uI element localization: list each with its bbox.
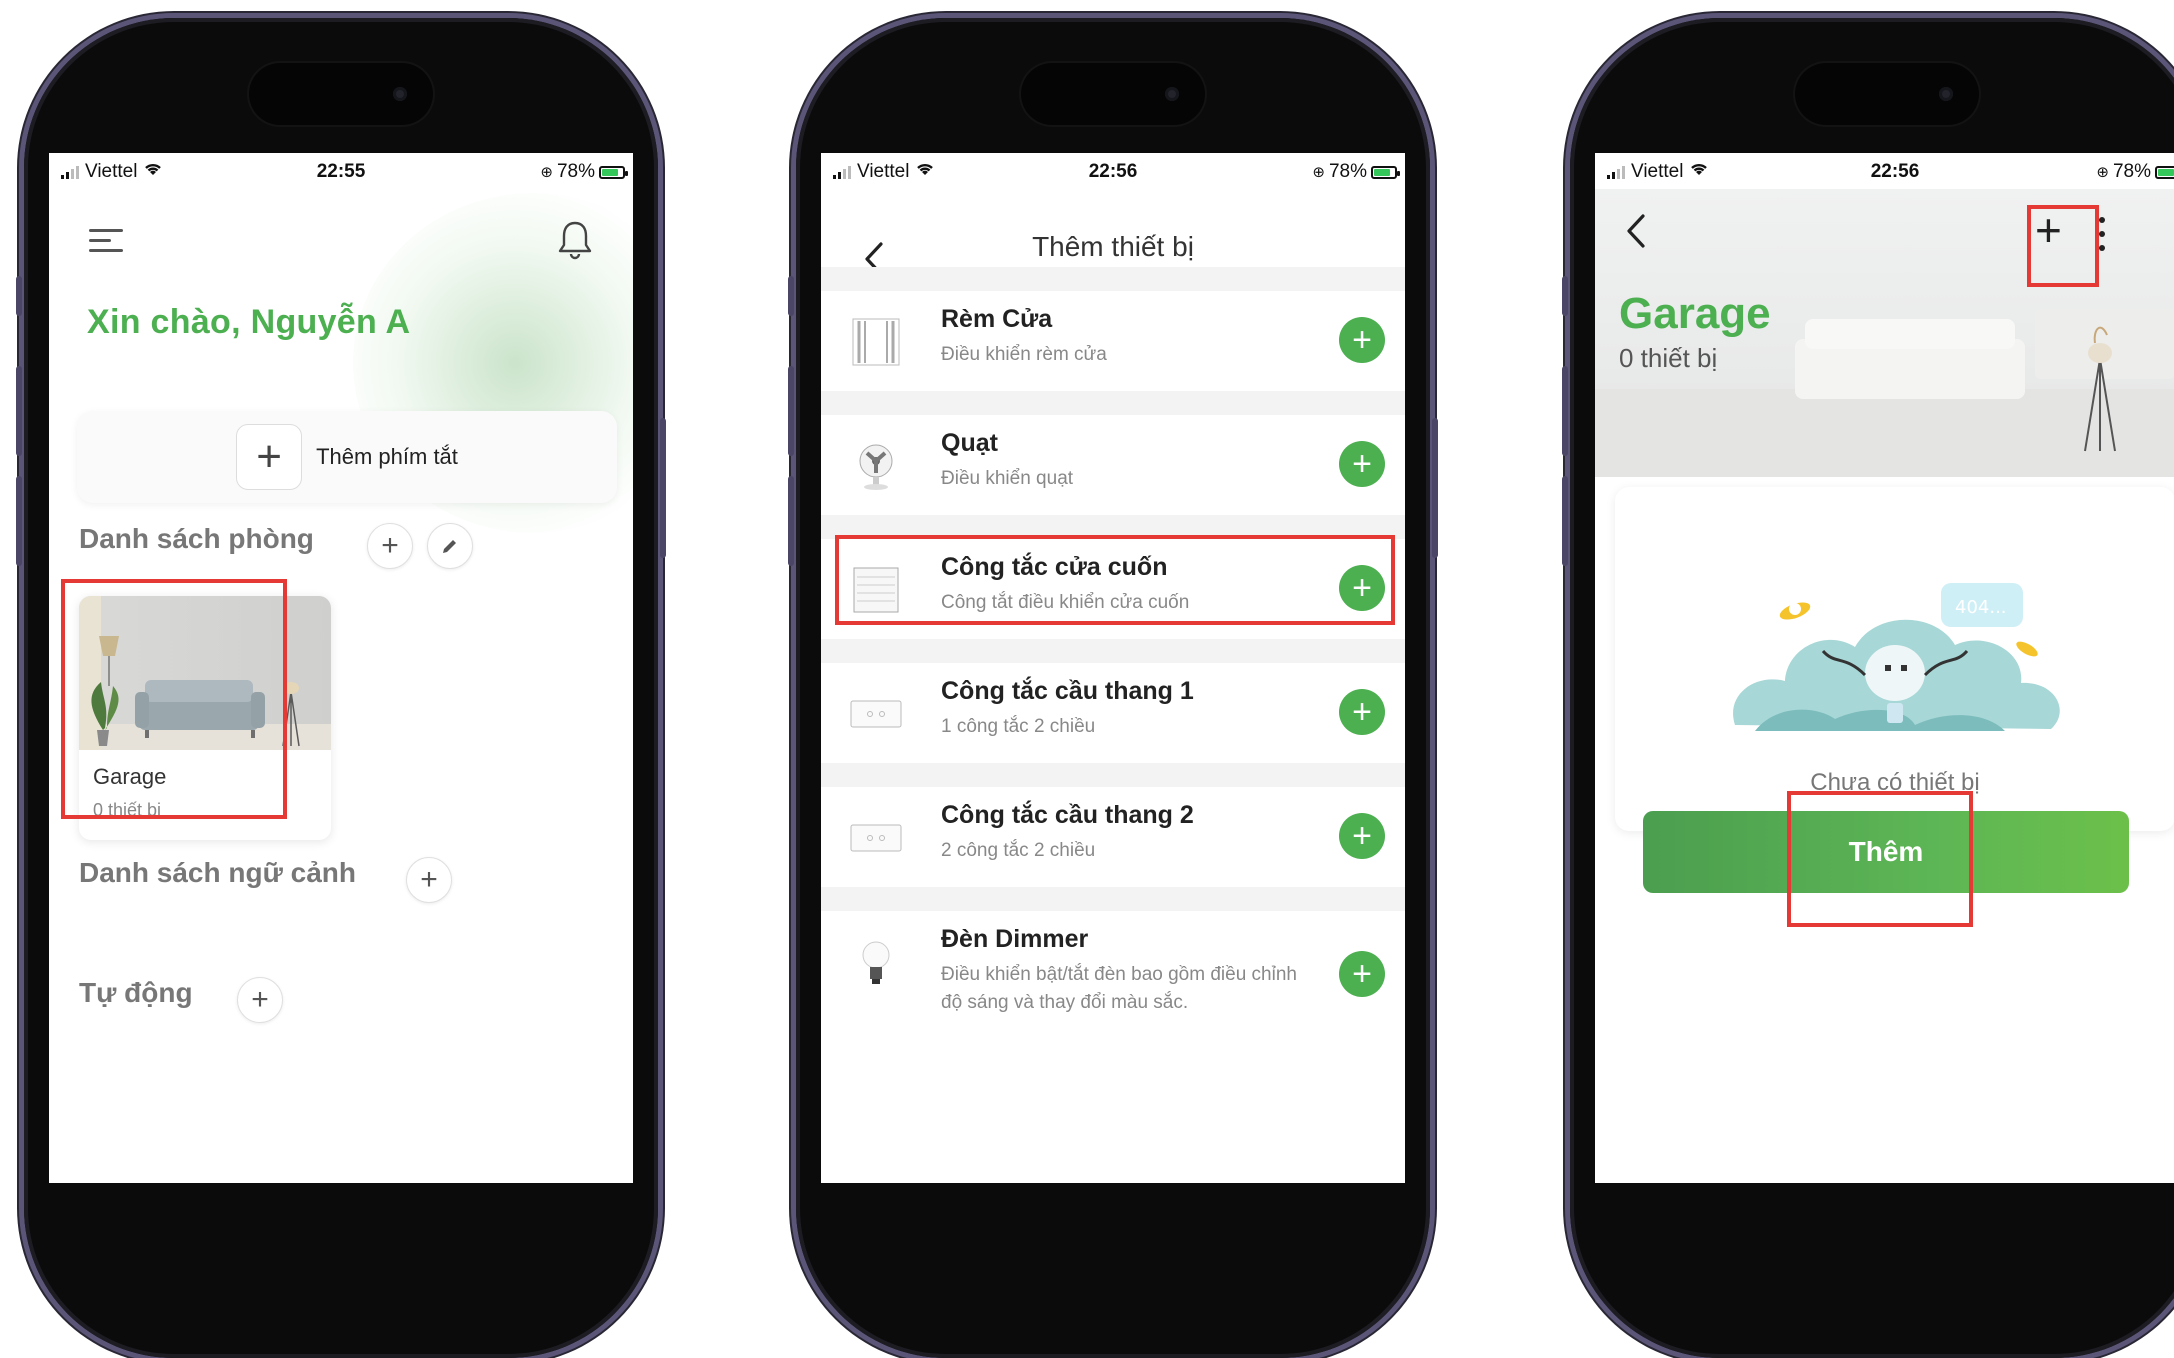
device-row[interactable]: Đèn Dimmer Điều khiển bật/tắt đèn bao gồm…	[821, 911, 1405, 1037]
mute-switch	[16, 276, 22, 316]
pencil-icon	[443, 540, 456, 553]
battery-icon	[2155, 165, 2174, 179]
device-row[interactable]: Rèm Cửa Điều khiển rèm cửa +	[821, 291, 1405, 391]
list-separator	[821, 391, 1405, 415]
device-title: Quạt	[941, 429, 998, 457]
device-title: Công tắc cầu thang 2	[941, 801, 1194, 829]
device-row[interactable]: Công tắc cầu thang 2 2 công tắc 2 chiều +	[821, 787, 1405, 887]
dynamic-island	[1021, 63, 1205, 125]
highlight-box-add-button	[1787, 791, 1973, 927]
fan-icon	[849, 439, 903, 493]
volume-up-button	[16, 366, 22, 456]
orientation-lock-icon: ⊕	[540, 164, 553, 181]
phone-add-device: Viettel 22:56 ⊕ 78% Thêm thiết bị Rèm Cử…	[788, 18, 1438, 1358]
add-scene-button[interactable]: +	[406, 857, 452, 903]
carrier-label: Viettel	[857, 161, 910, 182]
add-shortcut-button[interactable]: + Thêm phím tắt	[77, 411, 617, 503]
wifi-icon	[1689, 161, 1709, 183]
battery-percent: 78%	[1328, 161, 1367, 182]
add-shortcut-label: Thêm phím tắt	[316, 444, 458, 469]
power-button	[660, 418, 666, 558]
mute-switch	[1562, 276, 1568, 316]
device-subtitle: Điều khiển quạt	[941, 468, 1074, 489]
add-device-plus-button[interactable]: +	[1339, 441, 1385, 487]
empty-state-illustration: 404...	[1733, 583, 2060, 731]
volume-down-button	[16, 476, 22, 566]
scenes-section-title: Danh sách ngữ cảnh	[79, 857, 356, 888]
orientation-lock-icon: ⊕	[2096, 164, 2109, 181]
curtain-icon	[849, 315, 903, 369]
list-separator	[821, 763, 1405, 787]
mute-switch	[788, 276, 794, 316]
carrier-label: Viettel	[1631, 161, 1684, 182]
menu-icon[interactable]	[89, 227, 123, 255]
room-detail-screen: Viettel 22:56 ⊕ 78% + Garage 0 thiết bị …	[1595, 153, 2174, 1183]
signal-icon	[1607, 165, 1625, 179]
device-title: Công tắc cầu thang 1	[941, 677, 1194, 705]
add-device-plus-button[interactable]: +	[1339, 317, 1385, 363]
device-subtitle: 2 công tắc 2 chiều	[941, 840, 1096, 861]
power-button	[1432, 418, 1438, 558]
dynamic-island	[1795, 63, 1979, 125]
add-device-plus-button[interactable]: +	[1339, 951, 1385, 997]
status-bar: Viettel 22:56 ⊕ 78%	[1595, 153, 2174, 189]
volume-up-button	[1562, 366, 1568, 456]
add-device-plus-button[interactable]: +	[1339, 689, 1385, 735]
add-room-button[interactable]: +	[367, 523, 413, 569]
dynamic-island	[249, 63, 433, 125]
edit-rooms-button[interactable]	[427, 523, 473, 569]
back-chevron-icon[interactable]	[1625, 213, 1647, 249]
room-device-count: 0 thiết bị	[1619, 343, 1718, 373]
phone-home: Viettel 22:55 ⊕ 78% Xin chào, Nguyễn A +…	[16, 18, 666, 1358]
volume-down-button	[1562, 476, 1568, 566]
clock: 22:56	[1870, 161, 1920, 182]
volume-up-button	[788, 366, 794, 456]
bulb-icon	[849, 935, 903, 989]
carrier-label: Viettel	[85, 161, 138, 182]
plus-icon: +	[236, 424, 303, 490]
volume-down-button	[788, 476, 794, 566]
home-screen: Viettel 22:55 ⊕ 78% Xin chào, Nguyễn A +…	[49, 153, 633, 1183]
switch-icon	[849, 687, 903, 741]
add-device-plus-button[interactable]: +	[1339, 813, 1385, 859]
automation-section-title: Tự động	[79, 977, 193, 1008]
clock: 22:55	[316, 161, 366, 182]
list-separator	[821, 887, 1405, 911]
device-subtitle: Điều khiển rèm cửa	[941, 344, 1107, 365]
rooms-section-title: Danh sách phòng	[79, 523, 314, 554]
orientation-lock-icon: ⊕	[1312, 164, 1325, 181]
page-title: Thêm thiết bị	[1032, 231, 1194, 262]
wifi-icon	[143, 161, 163, 183]
greeting-title: Xin chào, Nguyễn A	[87, 303, 411, 341]
status-bar: Viettel 22:56 ⊕ 78%	[821, 153, 1405, 189]
status-bar: Viettel 22:55 ⊕ 78%	[49, 153, 633, 189]
device-title: Đèn Dimmer	[941, 925, 1089, 953]
device-subtitle: Điều khiển bật/tắt đèn bao gồm điều chỉn…	[941, 964, 1297, 1013]
clock: 22:56	[1088, 161, 1138, 182]
highlight-box-device	[835, 535, 1395, 625]
battery-icon	[599, 165, 628, 179]
phone-room-detail: Viettel 22:56 ⊕ 78% + Garage 0 thiết bị …	[1562, 18, 2174, 1358]
add-device-screen: Viettel 22:56 ⊕ 78% Thêm thiết bị Rèm Cử…	[821, 153, 1405, 1183]
switch-icon	[849, 811, 903, 865]
battery-percent: 78%	[2112, 161, 2151, 182]
device-row[interactable]: Quạt Điều khiển quạt +	[821, 415, 1405, 515]
highlight-box-room	[61, 579, 287, 819]
list-separator	[821, 639, 1405, 663]
battery-icon	[1371, 165, 1400, 179]
list-separator	[821, 267, 1405, 291]
empty-badge-text: 404...	[1955, 597, 2007, 618]
battery-percent: 78%	[556, 161, 595, 182]
device-row[interactable]: Công tắc cầu thang 1 1 công tắc 2 chiều +	[821, 663, 1405, 763]
device-title: Rèm Cửa	[941, 305, 1053, 333]
signal-icon	[833, 165, 851, 179]
wifi-icon	[915, 161, 935, 183]
signal-icon	[61, 165, 79, 179]
device-subtitle: 1 công tắc 2 chiều	[941, 716, 1096, 737]
bell-icon[interactable]	[555, 219, 595, 261]
add-automation-button[interactable]: +	[237, 977, 283, 1023]
room-title: Garage	[1619, 289, 1771, 338]
highlight-box-plus	[2027, 205, 2099, 287]
